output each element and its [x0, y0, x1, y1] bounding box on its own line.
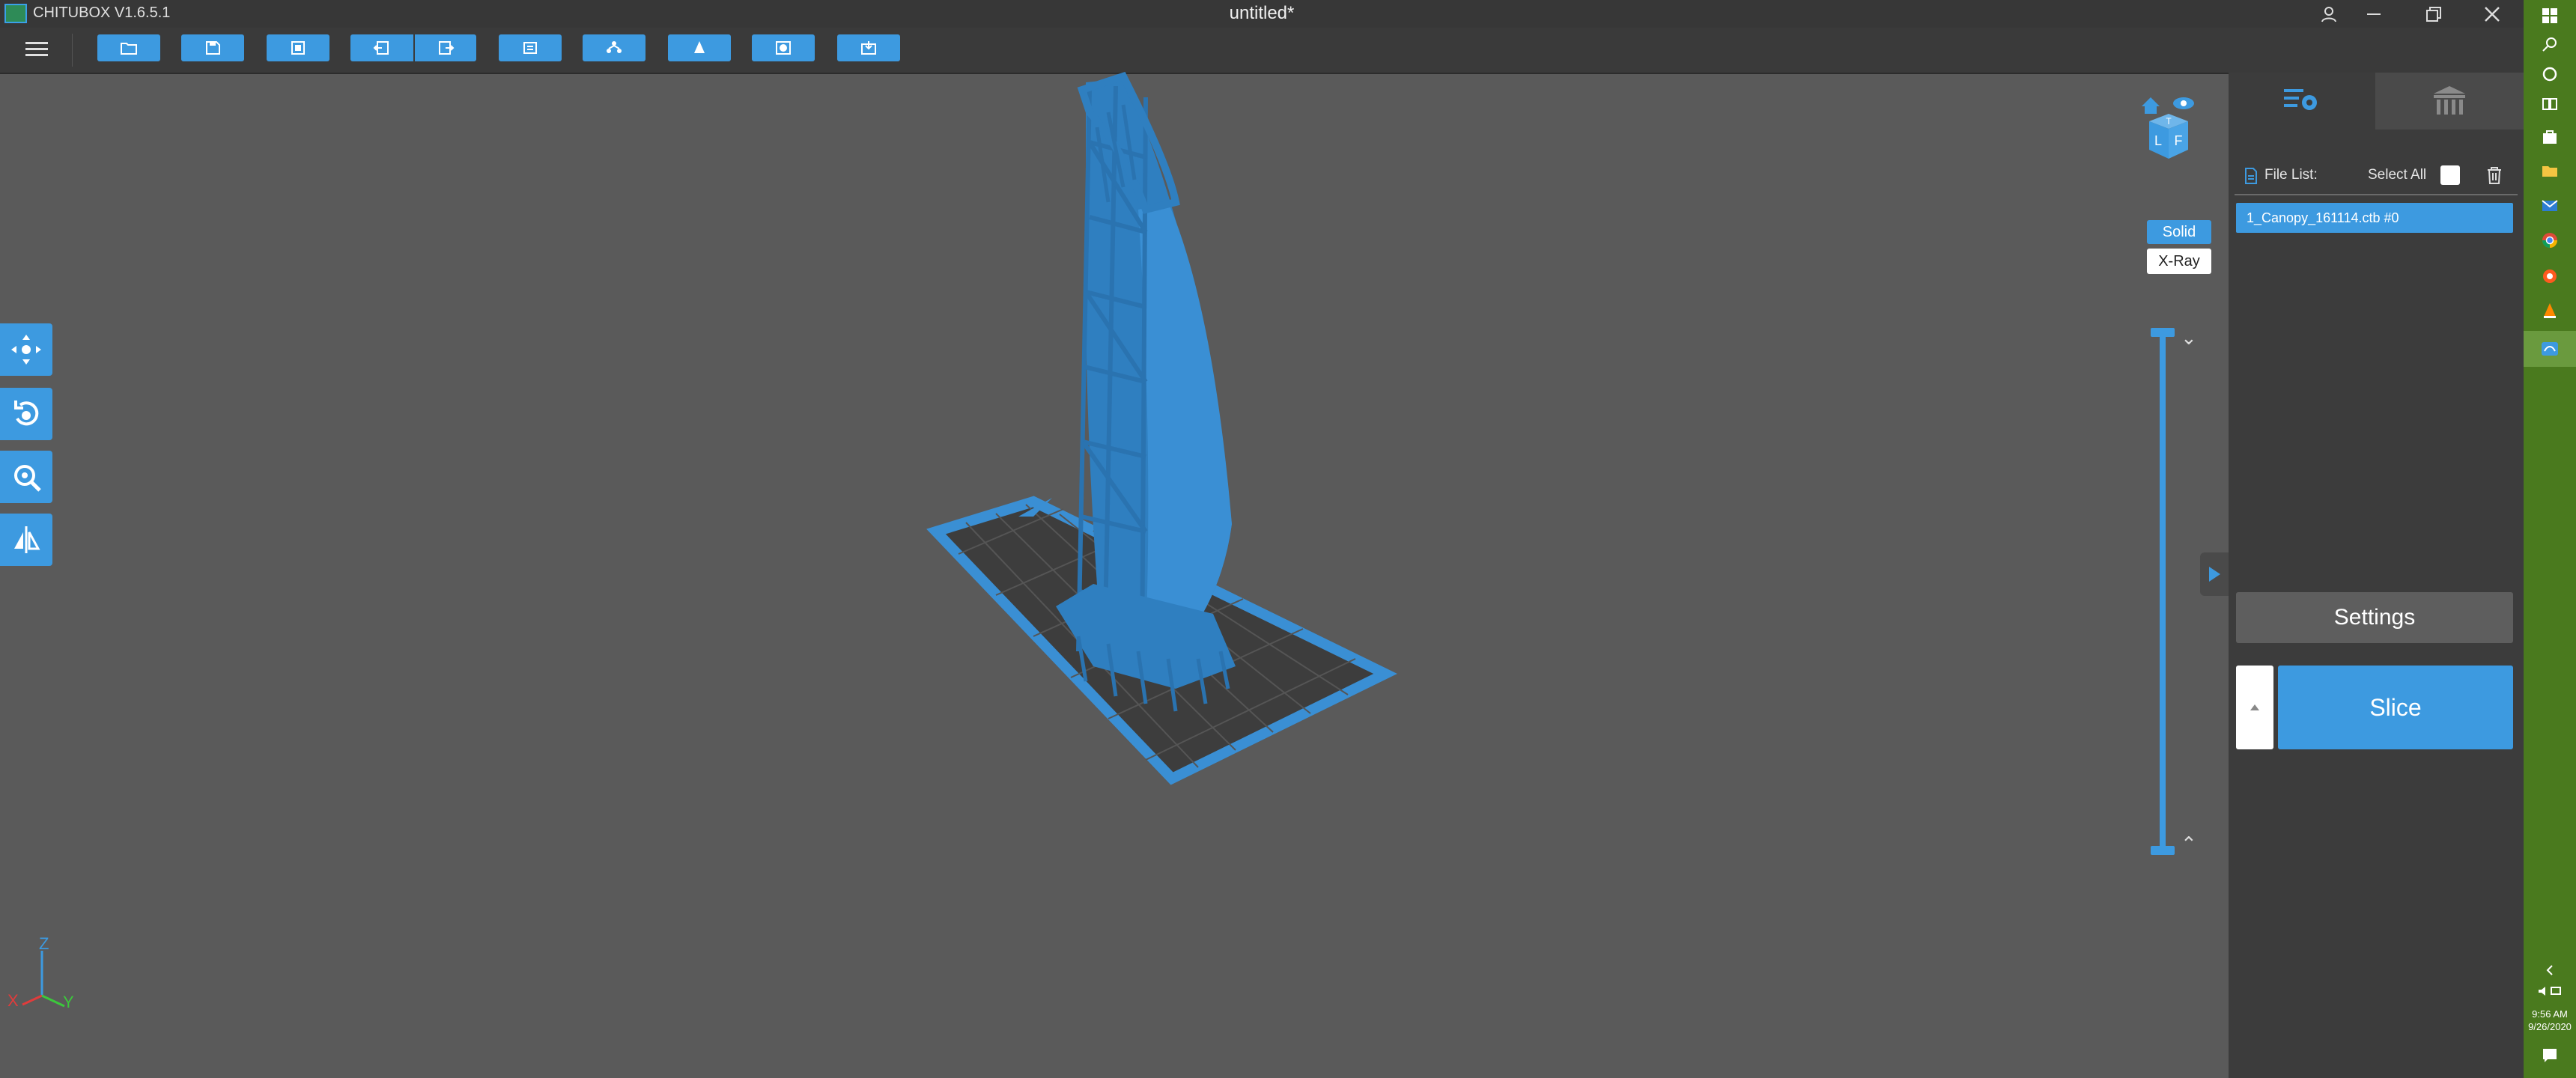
- supports-icon: [2434, 86, 2465, 115]
- scale-icon: [14, 465, 41, 492]
- dig-hole-icon: [776, 41, 791, 55]
- dig-hole-button[interactable]: [752, 34, 815, 61]
- chevron-up-icon[interactable]: ⌃: [2181, 832, 2197, 856]
- clock-date: 9/26/2020: [2528, 1021, 2572, 1032]
- axis-x-label: X: [7, 991, 19, 1010]
- scale-tool-button[interactable]: [0, 451, 52, 503]
- cube-left-label: L: [2154, 133, 2162, 148]
- settings-list-icon: [2284, 89, 2317, 110]
- canopy-model: [1056, 71, 1236, 712]
- play-right-icon: [2209, 567, 2220, 582]
- save-icon: [206, 41, 220, 55]
- file-list-item[interactable]: 1_Canopy_161114.ctb #0: [2236, 203, 2513, 233]
- batch-export-button[interactable]: [837, 34, 900, 61]
- brave-icon[interactable]: [2540, 267, 2560, 286]
- model-viewport-render[interactable]: [899, 67, 1423, 794]
- caret-up-icon: [2250, 704, 2259, 710]
- trash-icon[interactable]: [2483, 164, 2506, 186]
- xray-mode-button[interactable]: X-Ray: [2147, 249, 2211, 274]
- show-hidden-icons-icon[interactable]: [2542, 963, 2557, 978]
- file-list-divider: [2235, 194, 2518, 195]
- windows-taskbar: 9:56 AM 9/26/2020: [2524, 0, 2576, 1078]
- select-all-label: Select All: [2368, 167, 2427, 183]
- toolbar-divider: [72, 34, 73, 67]
- move-tool-button[interactable]: [0, 323, 52, 376]
- right-panel: File List: Select All 1_Canopy_161114.ct…: [2229, 73, 2524, 1078]
- app-logo-icon: [4, 4, 27, 23]
- title-bar: CHITUBOX V1.6.5.1 untitled*: [0, 0, 2524, 28]
- redo-button[interactable]: [415, 34, 476, 61]
- copy-button[interactable]: [499, 34, 562, 61]
- close-button[interactable]: [2470, 0, 2515, 28]
- store-icon[interactable]: [2540, 127, 2560, 147]
- move-icon: [11, 335, 41, 365]
- file-list-label: File List:: [2264, 167, 2318, 183]
- layer-slider-bottom-handle[interactable]: [2151, 846, 2175, 855]
- axis-y-label: Y: [63, 993, 74, 1011]
- support-button[interactable]: [583, 34, 645, 61]
- collapse-panel-button[interactable]: [2200, 552, 2229, 596]
- file-list-header: File List: Select All: [2229, 162, 2524, 189]
- cube-front-label: F: [2175, 133, 2183, 148]
- slice-options-button[interactable]: [2236, 666, 2273, 749]
- user-account-icon[interactable]: [2306, 0, 2351, 28]
- system-clock[interactable]: 9:56 AM 9/26/2020: [2524, 1008, 2576, 1033]
- clock-time: 9:56 AM: [2532, 1008, 2568, 1020]
- task-view-icon[interactable]: [2540, 94, 2560, 114]
- layer-slider-track[interactable]: [2160, 332, 2166, 850]
- search-icon[interactable]: [2540, 34, 2560, 54]
- cube-top-label: T: [2166, 116, 2172, 127]
- notifications-icon[interactable]: [2540, 1045, 2560, 1065]
- folder-icon: [121, 43, 137, 55]
- restore-button[interactable]: [2411, 0, 2456, 28]
- fit-screen-button[interactable]: [267, 34, 329, 61]
- support-icon: [607, 41, 622, 53]
- document-title: untitled*: [1229, 3, 1295, 23]
- axis-indicator: Z X Y: [7, 934, 74, 1011]
- home-view-icon[interactable]: [2142, 97, 2160, 114]
- solid-mode-button[interactable]: Solid: [2147, 220, 2211, 244]
- cortana-icon[interactable]: [2540, 64, 2560, 84]
- tab-supports[interactable]: [2375, 73, 2524, 130]
- windows-start-icon[interactable]: [2540, 6, 2560, 25]
- vlc-icon[interactable]: [2540, 301, 2560, 320]
- mirror-tool-button[interactable]: [0, 514, 52, 566]
- minimize-button[interactable]: [2351, 0, 2396, 28]
- hollow-icon: [694, 41, 705, 53]
- redo-icon: [439, 41, 455, 55]
- rotate-icon: [14, 401, 39, 426]
- chitubox-app-icon: [2542, 342, 2558, 356]
- export-icon: [861, 41, 876, 55]
- file-explorer-icon[interactable]: [2540, 162, 2560, 181]
- mirror-icon: [14, 526, 40, 553]
- layer-slider-top-handle[interactable]: [2151, 328, 2175, 337]
- undo-button[interactable]: [350, 34, 413, 61]
- axis-z-label: Z: [39, 934, 49, 953]
- save-button[interactable]: [181, 34, 244, 61]
- mail-icon[interactable]: [2540, 196, 2560, 216]
- tab-print-settings[interactable]: [2229, 73, 2375, 130]
- copy-icon: [523, 42, 537, 54]
- view-cube[interactable]: T L F: [2139, 88, 2199, 160]
- chrome-icon[interactable]: [2540, 231, 2560, 250]
- chitubox-taskbar-item[interactable]: [2524, 331, 2576, 367]
- file-icon: [2245, 168, 2257, 184]
- settings-button[interactable]: Settings: [2236, 592, 2513, 643]
- hamburger-menu-button[interactable]: [25, 38, 48, 61]
- volume-network-icon[interactable]: [2536, 984, 2563, 999]
- rotate-tool-button[interactable]: [0, 388, 52, 440]
- fit-screen-icon: [291, 41, 305, 55]
- select-all-checkbox[interactable]: [2440, 165, 2460, 185]
- app-title: CHITUBOX V1.6.5.1: [33, 4, 171, 21]
- hollow-button[interactable]: [668, 34, 731, 61]
- slice-button[interactable]: Slice: [2278, 666, 2513, 749]
- chevron-down-icon[interactable]: ⌄: [2181, 326, 2197, 350]
- open-file-button[interactable]: [97, 34, 160, 61]
- undo-icon: [373, 41, 389, 55]
